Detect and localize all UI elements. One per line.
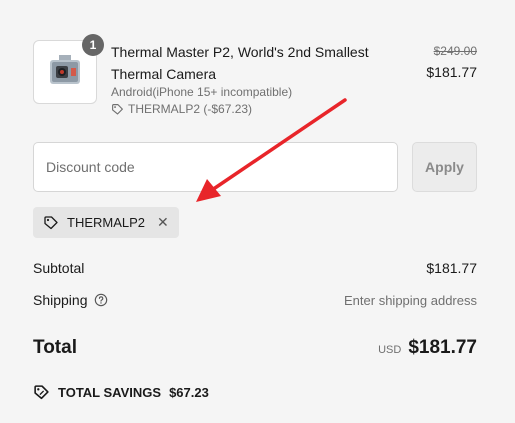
remove-discount-close-icon[interactable]: ✕ xyxy=(157,214,169,231)
total-savings-value: $67.23 xyxy=(169,385,209,400)
shipping-label-group: Shipping xyxy=(33,292,108,308)
shipping-value: Enter shipping address xyxy=(344,292,477,308)
help-icon[interactable] xyxy=(94,293,108,307)
subtotal-row: Subtotal $181.77 xyxy=(33,260,477,276)
total-savings: TOTAL SAVINGS $67.23 xyxy=(33,384,209,401)
total-value: $181.77 xyxy=(408,337,477,358)
applied-discount-code: THERMALP2 xyxy=(67,215,146,230)
cart-line-item: 1 Thermal Master P2, World's 2nd Smalles… xyxy=(33,34,477,120)
tag-icon xyxy=(112,103,123,115)
total-savings-label: TOTAL SAVINGS xyxy=(58,385,162,400)
line-price: $181.77 xyxy=(426,64,477,80)
currency-code: USD xyxy=(378,344,402,356)
product-title: Thermal Master P2, World's 2nd Smallest … xyxy=(111,44,369,82)
total-value-group: USD $181.77 xyxy=(378,337,477,359)
apply-discount-button[interactable]: Apply xyxy=(412,142,477,192)
total-label: Total xyxy=(33,337,77,358)
original-price: $249.00 xyxy=(433,44,477,58)
line-discount: THERMALP2 (-$67.23) xyxy=(111,101,252,117)
subtotal-value: $181.77 xyxy=(426,260,477,276)
total-row: Total USD $181.77 xyxy=(33,337,477,359)
discount-tag-icon xyxy=(34,385,49,400)
discount-code-input[interactable] xyxy=(33,142,398,192)
thermal-camera-image xyxy=(50,55,80,84)
shipping-label: Shipping xyxy=(33,292,88,308)
subtotal-label: Subtotal xyxy=(33,260,85,276)
line-discount-text: THERMALP2 (-$67.23) xyxy=(128,102,253,116)
product-variant: Android(iPhone 15+ incompatible) xyxy=(111,85,293,99)
quantity-badge: 1 xyxy=(82,34,104,56)
shipping-row: Shipping Enter shipping address xyxy=(33,292,477,308)
applied-discount-chip: THERMALP2 ✕ xyxy=(33,207,179,238)
tag-icon xyxy=(44,215,58,229)
